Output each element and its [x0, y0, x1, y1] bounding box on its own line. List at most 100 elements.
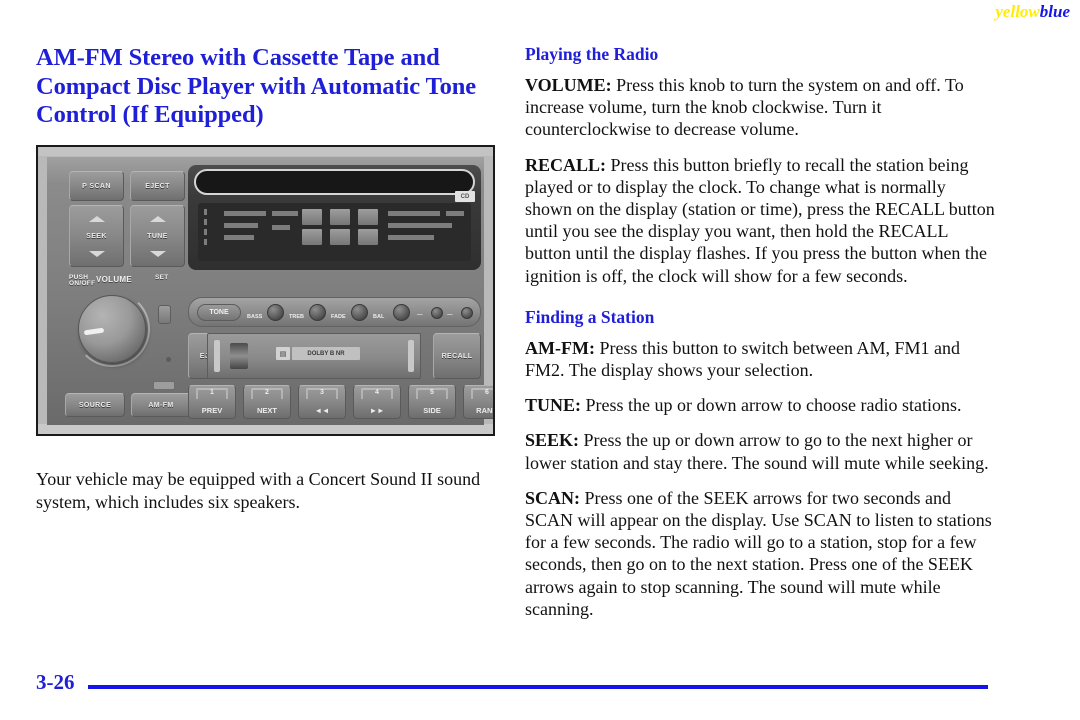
paragraph-scan: SCAN: Press one of the SEEK arrows for t… [525, 487, 997, 620]
cassette-post-left-icon [214, 340, 220, 372]
cassette-tag: DOLBY B NR [292, 347, 360, 360]
tune-label: TUNE [147, 232, 168, 240]
seek-up-arrow-icon[interactable] [88, 215, 105, 222]
cassette-slot[interactable]: ▤ DOLBY B NR [207, 333, 421, 379]
preset-function: ◄◄ [314, 406, 330, 415]
aux-label-2: — [447, 312, 453, 318]
treb-knob[interactable] [309, 304, 326, 321]
fade-label: FADE [331, 314, 346, 320]
text-scan: Press one of the SEEK arrows for two sec… [525, 487, 992, 619]
preset-number: 4 [375, 389, 379, 396]
term-scan: SCAN: [525, 487, 581, 508]
radio-body: P SCAN EJECT SEEK TUNE CD PUSH ON/OFF VO… [47, 157, 493, 425]
page-number: 3-26 [36, 670, 75, 694]
figure-bottom-strip [38, 424, 493, 434]
manual-page: yellowblue AM-FM Stereo with Cassette Ta… [0, 0, 1080, 720]
am-fm-button[interactable]: AM-FM [131, 393, 191, 417]
volume-knob-indicator-icon [83, 327, 105, 336]
preset-number: 2 [265, 389, 269, 396]
paragraph-volume: VOLUME: Press this knob to turn the syst… [525, 74, 997, 141]
cassette-post-right-icon [408, 340, 414, 372]
set-tab-button[interactable] [158, 305, 171, 324]
text-tune: Press the up or down arrow to choose rad… [581, 395, 962, 416]
display-panel: CD [188, 165, 481, 270]
figure-top-strip [38, 147, 493, 156]
am-fm-label: AM-FM [148, 401, 174, 409]
right-column: Playing the Radio VOLUME: Press this kno… [525, 44, 997, 633]
term-am-fm: AM-FM: [525, 337, 595, 358]
preset-button-3[interactable]: 3 ◄◄ [298, 385, 346, 419]
vfd-display [198, 203, 471, 261]
bal-knob[interactable] [393, 304, 410, 321]
bass-label: BASS [247, 314, 263, 320]
volume-knob[interactable] [78, 295, 146, 363]
heading-finding-a-station: Finding a Station [525, 306, 655, 327]
tape-indicator-chip [153, 381, 175, 390]
display-mode-badge: CD [455, 191, 475, 202]
page-title: AM-FM Stereo with Cassette Tape and Comp… [36, 44, 477, 128]
eject-cd-label: EJECT [145, 182, 170, 190]
paragraph-am-fm: AM-FM: Press this button to switch betwe… [525, 337, 997, 381]
term-seek: SEEK: [525, 430, 580, 451]
set-label: SET [155, 274, 169, 281]
color-registration-marks: yellowblue [995, 2, 1070, 22]
preset-button-6[interactable]: 6 RAND [463, 385, 493, 419]
eject-cd-button[interactable]: EJECT [130, 171, 185, 201]
term-tune: TUNE: [525, 395, 582, 416]
preset-button-1[interactable]: 1 PREV [188, 385, 236, 419]
preset-number: 6 [485, 389, 489, 396]
bal-label: BAL [373, 314, 385, 320]
seek-label: SEEK [86, 232, 107, 240]
color-mark-yellow: yellow [995, 2, 1040, 21]
indicator-dot-icon [166, 357, 171, 362]
footer-rule [88, 685, 988, 689]
tone-control-bar: TONE BASS TREB FADE BAL — — [188, 297, 481, 327]
preset-button-2[interactable]: 2 NEXT [243, 385, 291, 419]
color-mark-blue: blue [1039, 2, 1070, 21]
source-label: SOURCE [78, 401, 112, 409]
preset-function: SIDE [423, 406, 441, 415]
volume-label: VOLUME [96, 275, 133, 284]
tune-up-arrow-icon[interactable] [149, 215, 166, 222]
radio-faceplate-figure: P SCAN EJECT SEEK TUNE CD PUSH ON/OFF VO… [36, 145, 495, 436]
preset-button-4[interactable]: 4 ►► [353, 385, 401, 419]
preset-function: RAND [476, 406, 493, 415]
aux-knob-1[interactable] [431, 307, 443, 319]
cassette-hub-icon [230, 343, 248, 369]
preset-number: 1 [210, 389, 214, 396]
figure-caption: Your vehicle may be equipped with a Conc… [36, 469, 481, 512]
paragraph-recall: RECALL: Press this button briefly to rec… [525, 154, 997, 287]
cd-slot[interactable] [194, 169, 475, 195]
text-seek: Press the up or down arrow to go to the … [525, 430, 989, 473]
preset-function: ►► [369, 406, 385, 415]
seek-down-arrow-icon[interactable] [88, 250, 105, 257]
push-on-off-label: PUSH ON/OFF [69, 274, 96, 287]
fade-knob[interactable] [351, 304, 368, 321]
paragraph-seek: SEEK: Press the up or down arrow to go t… [525, 429, 997, 473]
preset-number: 5 [430, 389, 434, 396]
tone-button[interactable]: TONE [197, 304, 241, 321]
figure-caption-block: Your vehicle may be equipped with a Conc… [36, 468, 498, 513]
tune-down-arrow-icon[interactable] [149, 250, 166, 257]
bass-knob[interactable] [267, 304, 284, 321]
tune-button[interactable]: TUNE [130, 205, 185, 267]
preset-function: PREV [201, 406, 223, 415]
recall-button[interactable]: RECALL [433, 333, 481, 379]
term-volume: VOLUME: [525, 75, 612, 95]
page-footer: 3-26 [0, 660, 1080, 720]
p-scan-button[interactable]: P SCAN [69, 171, 124, 201]
term-recall: RECALL: [525, 154, 607, 175]
aux-label-1: — [417, 312, 423, 318]
dolby-icon: ▤ [276, 347, 290, 360]
aux-knob-2[interactable] [461, 307, 473, 319]
paragraph-tune: TUNE: Press the up or down arrow to choo… [525, 394, 997, 416]
heading-playing-the-radio: Playing the Radio [525, 44, 659, 64]
seek-button[interactable]: SEEK [69, 205, 124, 267]
treb-label: TREB [289, 314, 304, 320]
preset-function: NEXT [256, 406, 277, 415]
preset-number: 3 [320, 389, 324, 396]
recall-label: RECALL [441, 352, 473, 360]
source-button[interactable]: SOURCE [65, 393, 125, 417]
preset-button-5[interactable]: 5 SIDE [408, 385, 456, 419]
p-scan-label: P SCAN [82, 182, 111, 190]
